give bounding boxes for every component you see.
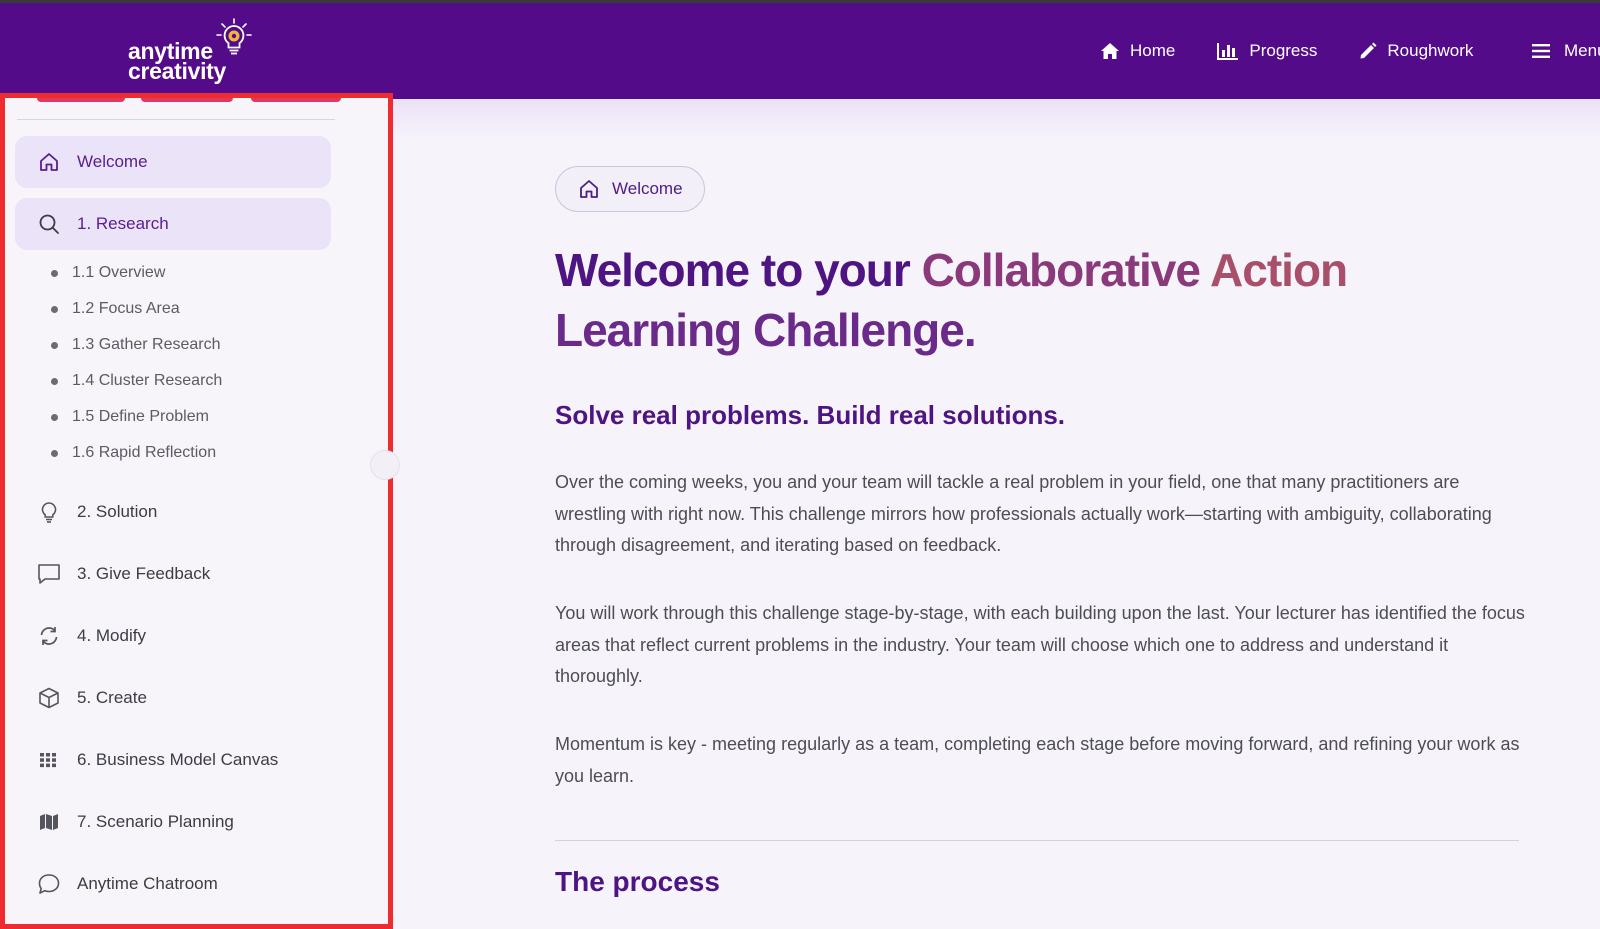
page-title: Welcome to your Collaborative Action Lea…	[555, 240, 1435, 360]
sidebar-collapse-handle[interactable]	[370, 450, 400, 480]
sidebar-item-scenario-planning[interactable]: 7. Scenario Planning	[15, 796, 331, 848]
sidebar-subitem-define-problem[interactable]: 1.5 Define Problem	[51, 405, 209, 429]
sidebar-item-label: 3. Give Feedback	[77, 564, 211, 583]
nav-home[interactable]: Home	[1100, 41, 1175, 61]
title-part: Welcome to your	[555, 244, 922, 296]
main-nav: Home Progress Roughwork	[1100, 3, 1515, 99]
sidebar-item-label: 4. Modify	[77, 626, 146, 645]
sidebar-subitem-label: 1.4 Cluster Research	[72, 372, 223, 389]
hamburger-icon	[1532, 44, 1550, 58]
brand-logo[interactable]: anytime creativity	[128, 17, 268, 87]
sidebar-item-label: 5. Create	[77, 688, 147, 707]
title-part: Learning Challenge.	[555, 304, 977, 356]
sidebar-subitem-overview[interactable]: 1.1 Overview	[51, 261, 165, 285]
top-navbar: anytime creativity Home Progress Roughwo…	[0, 3, 1600, 99]
lightbulb-gear-icon	[216, 18, 252, 55]
nav-home-label: Home	[1130, 41, 1176, 60]
section-heading-process: The process	[555, 866, 720, 897]
nav-menu[interactable]: Menu	[1532, 3, 1600, 99]
sidebar-item-anytime-chatroom[interactable]: Anytime Chatroom	[15, 858, 331, 910]
sidebar-top-tabs	[33, 98, 343, 104]
sidebar-subitem-cluster-research[interactable]: 1.4 Cluster Research	[51, 369, 222, 393]
map-icon	[37, 810, 61, 834]
title-part: Action	[1210, 244, 1348, 296]
home-outline-icon	[580, 180, 598, 198]
lightbulb-icon	[37, 500, 61, 524]
sidebar-subitem-label: 1.2 Focus Area	[72, 300, 180, 317]
sidebar-item-modify[interactable]: 4. Modify	[15, 610, 331, 662]
sidebar-subitem-label: 1.3 Gather Research	[72, 336, 221, 353]
sidebar-item-give-feedback[interactable]: 3. Give Feedback	[15, 548, 331, 600]
cube-icon	[37, 686, 61, 710]
nav-roughwork[interactable]: Roughwork	[1359, 41, 1473, 61]
bullet-icon	[51, 413, 58, 421]
nav-progress-label: Progress	[1249, 41, 1318, 60]
chat-bubble-icon	[37, 872, 61, 896]
bullet-icon	[51, 269, 58, 277]
pencil-icon	[1360, 42, 1377, 59]
sidebar-divider	[17, 119, 335, 120]
bullet-icon	[51, 449, 58, 457]
bar-chart-icon	[1217, 43, 1239, 60]
content-top-gradient	[393, 99, 1600, 139]
sidebar-item-business-model-canvas[interactable]: 6. Business Model Canvas	[15, 734, 331, 786]
sidebar-subitem-gather-research[interactable]: 1.3 Gather Research	[51, 333, 221, 357]
sidebar-subitem-label: 1.5 Define Problem	[72, 408, 209, 425]
intro-paragraph-1: Over the coming weeks, you and your team…	[555, 472, 1492, 555]
nav-roughwork-label: Roughwork	[1387, 41, 1474, 60]
intro-paragraph-2: You will work through this challenge sta…	[555, 603, 1525, 686]
sidebar-item-label: Anytime Chatroom	[77, 874, 218, 893]
intro-paragraph-3: Momentum is key - meeting regularly as a…	[555, 734, 1520, 786]
sidebar-item-label: Welcome	[77, 152, 148, 171]
sidebar-subitem-label: 1.6 Rapid Reflection	[72, 444, 217, 461]
sidebar-subitem-label: 1.1 Overview	[72, 264, 166, 281]
sidebar-subitem-focus-area[interactable]: 1.2 Focus Area	[51, 297, 180, 321]
welcome-chip-label: Welcome	[612, 179, 683, 198]
grid-icon	[37, 748, 61, 772]
sidebar-item-label: 6. Business Model Canvas	[77, 750, 279, 769]
refresh-icon	[37, 624, 61, 648]
bullet-icon	[51, 341, 58, 349]
home-outline-icon	[37, 150, 61, 174]
nav-progress[interactable]: Progress	[1217, 41, 1317, 61]
sidebar: Welcome 1. Research 1.1 Overview 1.2 Foc…	[0, 93, 393, 929]
message-square-icon	[37, 562, 61, 586]
brand-line-2: creativity	[128, 58, 227, 84]
section-divider	[555, 840, 1519, 841]
search-icon	[37, 212, 61, 236]
bullet-icon	[51, 377, 58, 385]
sidebar-item-create[interactable]: 5. Create	[15, 672, 331, 724]
brand-wordmark: anytime creativity	[128, 40, 227, 84]
sidebar-subitem-rapid-reflection[interactable]: 1.6 Rapid Reflection	[51, 441, 216, 465]
welcome-chip: Welcome	[555, 166, 705, 212]
nav-menu-label: Menu	[1564, 41, 1600, 60]
sidebar-item-welcome[interactable]: Welcome	[15, 136, 331, 188]
home-icon	[1101, 43, 1119, 59]
page-subtitle: Solve real problems. Build real solution…	[555, 400, 1066, 430]
sidebar-item-research[interactable]: 1. Research	[15, 198, 331, 250]
sidebar-item-solution[interactable]: 2. Solution	[15, 486, 331, 538]
title-part: Collaborative	[921, 244, 1211, 296]
sidebar-item-label: 2. Solution	[77, 502, 158, 521]
sidebar-item-label: 7. Scenario Planning	[77, 812, 234, 831]
bullet-icon	[51, 305, 58, 313]
sidebar-item-label: 1. Research	[77, 214, 169, 233]
